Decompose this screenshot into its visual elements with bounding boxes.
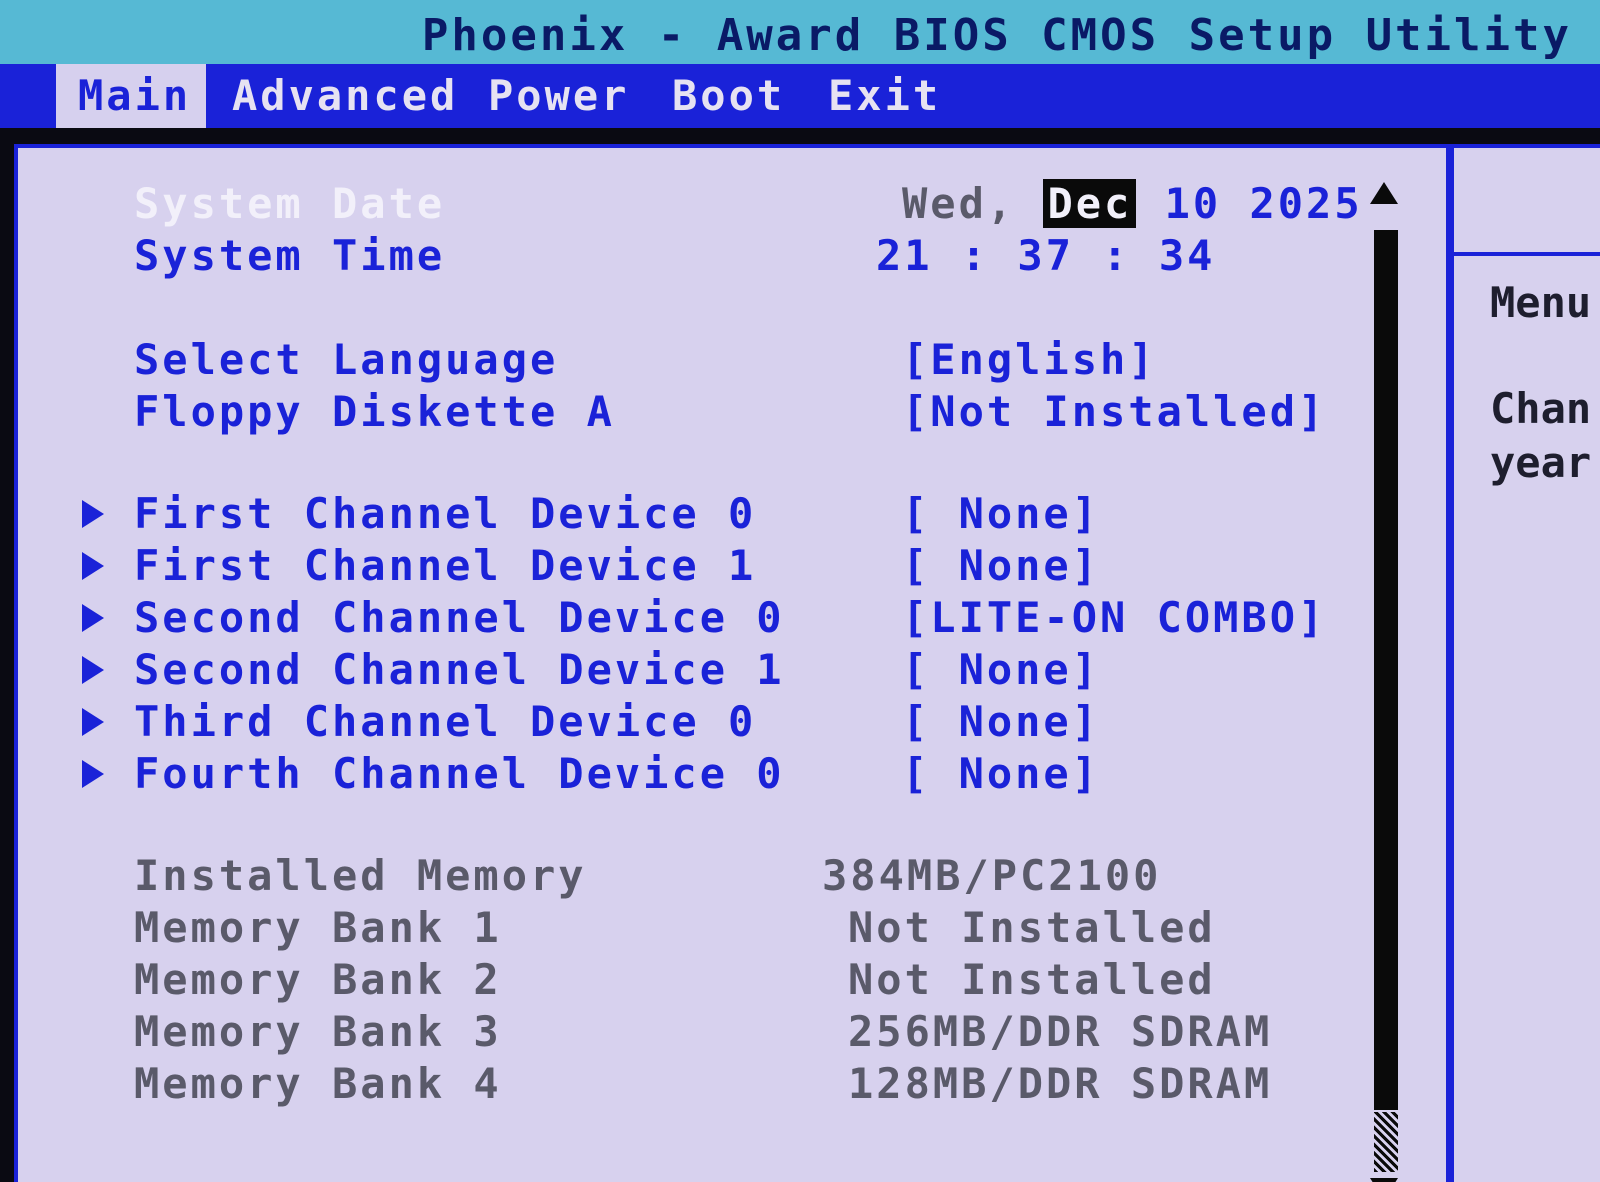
channel-device-row[interactable]: Third Channel Device 0 [ None] xyxy=(18,696,1398,748)
window-title: Phoenix - Award BIOS CMOS Setup Utility xyxy=(421,10,1572,61)
memory-row: Installed Memory 384MB/PC2100 xyxy=(18,850,1398,902)
menu-tab-exit[interactable]: Exit xyxy=(806,64,963,128)
menu-tab-main[interactable]: Main xyxy=(56,64,206,128)
memory-row: Memory Bank 4 128MB/DDR SDRAM xyxy=(18,1058,1398,1110)
channel-device-value: [ None] xyxy=(902,645,1101,694)
channel-device-value: [ None] xyxy=(902,489,1101,538)
memory-label: Memory Bank 1 xyxy=(134,903,502,952)
menu-bar: Main Advanced Power Boot Exit xyxy=(0,64,1600,128)
channel-device-value: [LITE-ON COMBO] xyxy=(902,593,1327,642)
submenu-arrow-icon xyxy=(82,708,104,736)
memory-value: Not Installed xyxy=(848,955,1216,1004)
language-value[interactable]: [English] xyxy=(902,334,1157,386)
system-date-label: System Date xyxy=(134,179,446,228)
system-date-row[interactable]: System Date Wed, Dec 10 2025 xyxy=(18,178,1398,230)
channel-device-label: Second Channel Device 0 xyxy=(134,593,785,642)
submenu-arrow-icon xyxy=(82,604,104,632)
channel-device-row[interactable]: Second Channel Device 1 [ None] xyxy=(18,644,1398,696)
help-divider xyxy=(1454,252,1600,256)
channel-device-label: Fourth Channel Device 0 xyxy=(134,749,785,798)
system-time-value[interactable]: 21 : 37 : 34 xyxy=(876,230,1215,282)
scrollbar[interactable] xyxy=(1370,182,1400,1182)
channel-device-row[interactable]: First Channel Device 1 [ None] xyxy=(18,540,1398,592)
channel-device-label: First Channel Device 0 xyxy=(134,489,757,538)
scroll-down-icon[interactable] xyxy=(1370,1178,1398,1182)
memory-value: 128MB/DDR SDRAM xyxy=(848,1059,1273,1108)
scroll-track-dotted xyxy=(1374,1112,1398,1172)
channel-device-value: [ None] xyxy=(902,749,1101,798)
date-day-year[interactable]: 10 2025 xyxy=(1165,179,1363,228)
scroll-thumb[interactable] xyxy=(1374,230,1398,1110)
memory-row: Memory Bank 2 Not Installed xyxy=(18,954,1398,1006)
date-month-field[interactable]: Dec xyxy=(1043,179,1137,228)
floppy-label: Floppy Diskette A xyxy=(134,387,615,436)
menu-tab-power[interactable]: Power xyxy=(466,64,651,128)
submenu-arrow-icon xyxy=(82,500,104,528)
title-bar: Phoenix - Award BIOS CMOS Setup Utility xyxy=(0,0,1600,64)
language-label: Select Language xyxy=(134,335,559,384)
channel-device-row[interactable]: Fourth Channel Device 0 [ None] xyxy=(18,748,1398,800)
memory-label: Memory Bank 2 xyxy=(134,955,502,1004)
help-text-line: year xyxy=(1490,438,1592,487)
submenu-arrow-icon xyxy=(82,656,104,684)
system-date-value[interactable]: Wed, Dec 10 2025 xyxy=(902,178,1363,230)
channel-device-row[interactable]: Second Channel Device 0 [LITE-ON COMBO] xyxy=(18,592,1398,644)
memory-value: 256MB/DDR SDRAM xyxy=(848,1007,1273,1056)
memory-label: Memory Bank 3 xyxy=(134,1007,502,1056)
language-row[interactable]: Select Language [English] xyxy=(18,334,1398,386)
date-day: Wed, xyxy=(902,179,1016,228)
memory-label: Memory Bank 4 xyxy=(134,1059,502,1108)
channel-device-row[interactable]: First Channel Device 0 [ None] xyxy=(18,488,1398,540)
memory-row: Memory Bank 3 256MB/DDR SDRAM xyxy=(18,1006,1398,1058)
channel-device-label: Third Channel Device 0 xyxy=(134,697,757,746)
memory-row: Memory Bank 1 Not Installed xyxy=(18,902,1398,954)
channel-device-label: First Channel Device 1 xyxy=(134,541,757,590)
floppy-row[interactable]: Floppy Diskette A [Not Installed] xyxy=(18,386,1398,438)
channel-device-label: Second Channel Device 1 xyxy=(134,645,785,694)
memory-label: Installed Memory xyxy=(134,851,587,900)
submenu-arrow-icon xyxy=(82,760,104,788)
system-time-label: System Time xyxy=(134,231,446,280)
memory-value: Not Installed xyxy=(848,903,1216,952)
submenu-arrow-icon xyxy=(82,552,104,580)
memory-value: 384MB/PC2100 xyxy=(822,851,1162,900)
main-panel: System Date Wed, Dec 10 2025 System Time… xyxy=(14,144,1450,1182)
menu-tab-boot[interactable]: Boot xyxy=(650,64,807,128)
channel-device-value: [ None] xyxy=(902,541,1101,590)
help-text-line: Chan xyxy=(1490,384,1592,433)
help-title: Menu xyxy=(1490,278,1592,327)
system-time-row[interactable]: System Time 21 : 37 : 34 xyxy=(18,230,1398,282)
scroll-up-icon[interactable] xyxy=(1370,182,1398,204)
help-panel: Menu Chan year xyxy=(1450,144,1600,1182)
floppy-value[interactable]: [Not Installed] xyxy=(902,386,1326,438)
menu-tab-advanced[interactable]: Advanced xyxy=(210,64,480,128)
channel-device-value: [ None] xyxy=(902,697,1101,746)
